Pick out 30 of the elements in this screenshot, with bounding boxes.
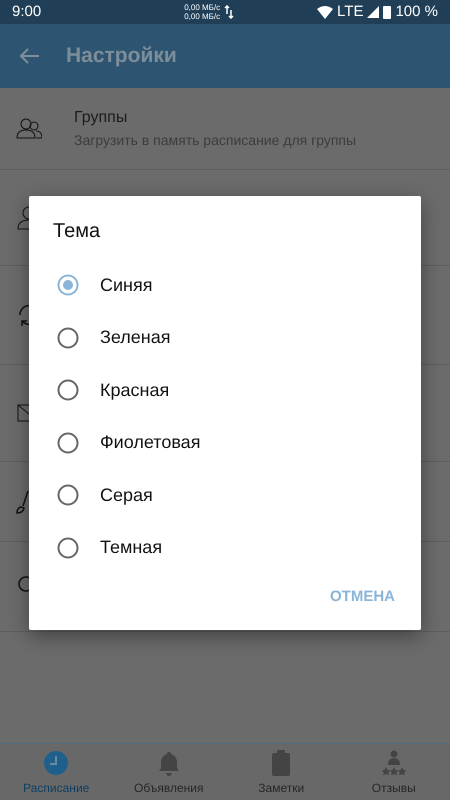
network-type: LTE (337, 2, 364, 22)
theme-option[interactable]: Темная (29, 522, 421, 574)
theme-option[interactable]: Синяя (29, 259, 421, 312)
person-icon (16, 204, 29, 230)
wifi-icon (317, 6, 334, 18)
battery-level: 100 % (395, 2, 438, 22)
theme-option[interactable]: Зеленая (29, 312, 421, 364)
signal-icon (367, 6, 380, 18)
brush-icon (16, 488, 29, 514)
people-icon (16, 116, 42, 142)
upload-speed: 0,00 МБ/с (184, 3, 220, 12)
sync-icon (16, 302, 29, 328)
radio-button[interactable] (57, 379, 79, 402)
dialog-title: Тема (53, 219, 102, 244)
theme-option[interactable]: Красная (29, 364, 421, 416)
radio-button[interactable] (57, 536, 79, 559)
setting-title: Группы (74, 108, 128, 128)
screen-title: Настройки (66, 43, 177, 70)
download-speed: 0,00 МБ/с (184, 12, 220, 21)
reviewer-icon (380, 750, 407, 776)
theme-option[interactable]: Серая (29, 469, 421, 522)
theme-option[interactable]: Фиолетовая (29, 416, 421, 469)
radio-button[interactable] (57, 432, 79, 454)
radio-button[interactable] (57, 484, 79, 506)
clock-icon (43, 750, 70, 776)
radio-button[interactable] (57, 326, 79, 349)
data-arrows-icon (224, 5, 234, 19)
battery-icon (383, 5, 392, 19)
radio-button[interactable] (57, 274, 79, 296)
clock-time: 9:00 (12, 2, 42, 22)
